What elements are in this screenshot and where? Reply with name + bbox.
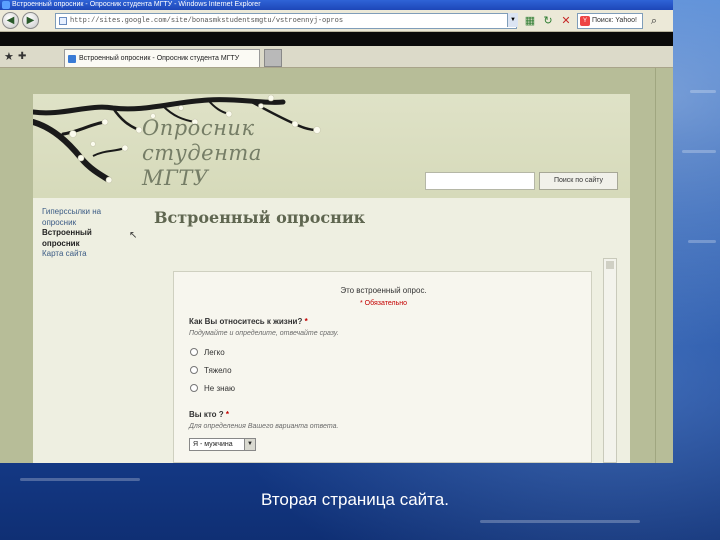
required-mark: * [225, 410, 229, 419]
page-scrollbar[interactable] [655, 68, 673, 463]
tab-bar: ★ ✚ Встроенный опросник - Опросник студе… [0, 46, 673, 68]
gender-select[interactable]: Я - мужчина ▼ [189, 438, 256, 451]
tab-current[interactable]: Встроенный опросник - Опросник студента … [64, 49, 260, 67]
water-streak [682, 150, 716, 153]
question-label: Как Вы относитесь к жизни? * [189, 317, 308, 326]
question-hint: Для определения Вашего варианта ответа. [189, 423, 339, 430]
radio-button[interactable] [190, 366, 198, 374]
tab-page-icon [68, 55, 76, 63]
option-label: Тяжело [204, 366, 232, 375]
tab-title: Встроенный опросник - Опросник студента … [79, 55, 240, 62]
question-hint: Подумайте и определите, отвечайте сразу. [189, 330, 339, 337]
form-scrollbar[interactable] [603, 258, 617, 463]
sidebar-nav: Гиперссылки на опросник Встроенный опрос… [42, 207, 122, 260]
new-tab-button[interactable] [264, 49, 282, 67]
page-title: Встроенный опросник [154, 208, 366, 227]
site-title-line: Опросник [142, 116, 255, 140]
browser-search-input[interactable]: Y Поиск: Yahoo! [577, 13, 643, 29]
water-streak [480, 520, 640, 523]
compatibility-icon[interactable]: ▦ [523, 14, 537, 28]
slide-caption: Вторая страница сайта. [261, 490, 449, 509]
site-container: Опросник студента МГТУ Поиск по сайту Ги… [33, 94, 630, 463]
select-value: Я - мужчина [193, 441, 233, 448]
sidebar-item-sitemap[interactable]: Карта сайта [42, 249, 122, 260]
option-label: Не знаю [204, 384, 235, 393]
address-bar[interactable]: http://sites.google.com/site/bonasmkstud… [55, 13, 517, 29]
question-text: Вы кто ? [189, 410, 226, 419]
form-title: Это встроенный опрос. [340, 286, 427, 295]
favorites-star-icon[interactable]: ★ [4, 51, 14, 63]
radio-option[interactable]: Тяжело [190, 366, 232, 375]
mouse-cursor-icon: ↖ [129, 230, 138, 241]
address-dropdown-icon[interactable]: ▼ [507, 13, 518, 27]
question-text: Как Вы относитесь к жизни? [189, 317, 305, 326]
site-search-button[interactable]: Поиск по сайту [539, 172, 618, 190]
forward-arrow-icon[interactable]: ▶ [22, 12, 39, 29]
water-streak [690, 90, 716, 93]
browser-search-placeholder: Поиск: Yahoo! [592, 17, 637, 24]
page-viewport: Опросник студента МГТУ Поиск по сайту Ги… [0, 68, 673, 463]
water-streak [20, 478, 140, 481]
radio-option[interactable]: Легко [190, 348, 225, 357]
window-titlebar: Встроенный опросник - Опросник студента … [0, 0, 673, 10]
site-search-input[interactable] [425, 172, 535, 190]
embedded-form: Это встроенный опрос. * Обязательно Как … [173, 271, 592, 463]
option-label: Легко [204, 348, 225, 357]
back-arrow-icon[interactable]: ◀ [2, 12, 19, 29]
chevron-down-icon[interactable]: ▼ [244, 439, 255, 450]
sidebar-item-links[interactable]: Гиперссылки на опросник [42, 207, 122, 228]
water-streak [688, 240, 716, 243]
address-text: http://sites.google.com/site/bonasmkstud… [70, 17, 344, 25]
question-label: Вы кто ? * [189, 410, 229, 419]
required-note: * Обязательно [360, 300, 407, 307]
page-icon [59, 17, 67, 25]
window-title: Встроенный опросник - Опросник студента … [12, 1, 261, 8]
scroll-up-icon[interactable] [606, 261, 614, 269]
ie-icon [2, 1, 10, 9]
search-icon[interactable]: ⌕ [646, 13, 662, 29]
stop-icon[interactable]: ✕ [559, 14, 573, 28]
add-favorites-icon[interactable]: ✚ [18, 51, 26, 63]
browser-screenshot: Встроенный опросник - Опросник студента … [0, 0, 673, 463]
radio-option[interactable]: Не знаю [190, 384, 235, 393]
site-title: Опросник студента МГТУ [142, 116, 342, 191]
address-toolbar: ◀ ▶ http://sites.google.com/site/bonasmk… [0, 10, 673, 32]
site-header: Опросник студента МГТУ Поиск по сайту [33, 94, 630, 198]
required-mark: * [304, 317, 308, 326]
site-title-line: студента [142, 141, 262, 165]
sidebar-item-embedded-survey[interactable]: Встроенный опросник [42, 228, 122, 249]
radio-button[interactable] [190, 348, 198, 356]
yahoo-icon: Y [580, 16, 590, 26]
refresh-icon[interactable]: ↻ [541, 14, 555, 28]
radio-button[interactable] [190, 384, 198, 392]
site-title-line: МГТУ [142, 166, 209, 190]
toolbar-strip [0, 32, 673, 46]
